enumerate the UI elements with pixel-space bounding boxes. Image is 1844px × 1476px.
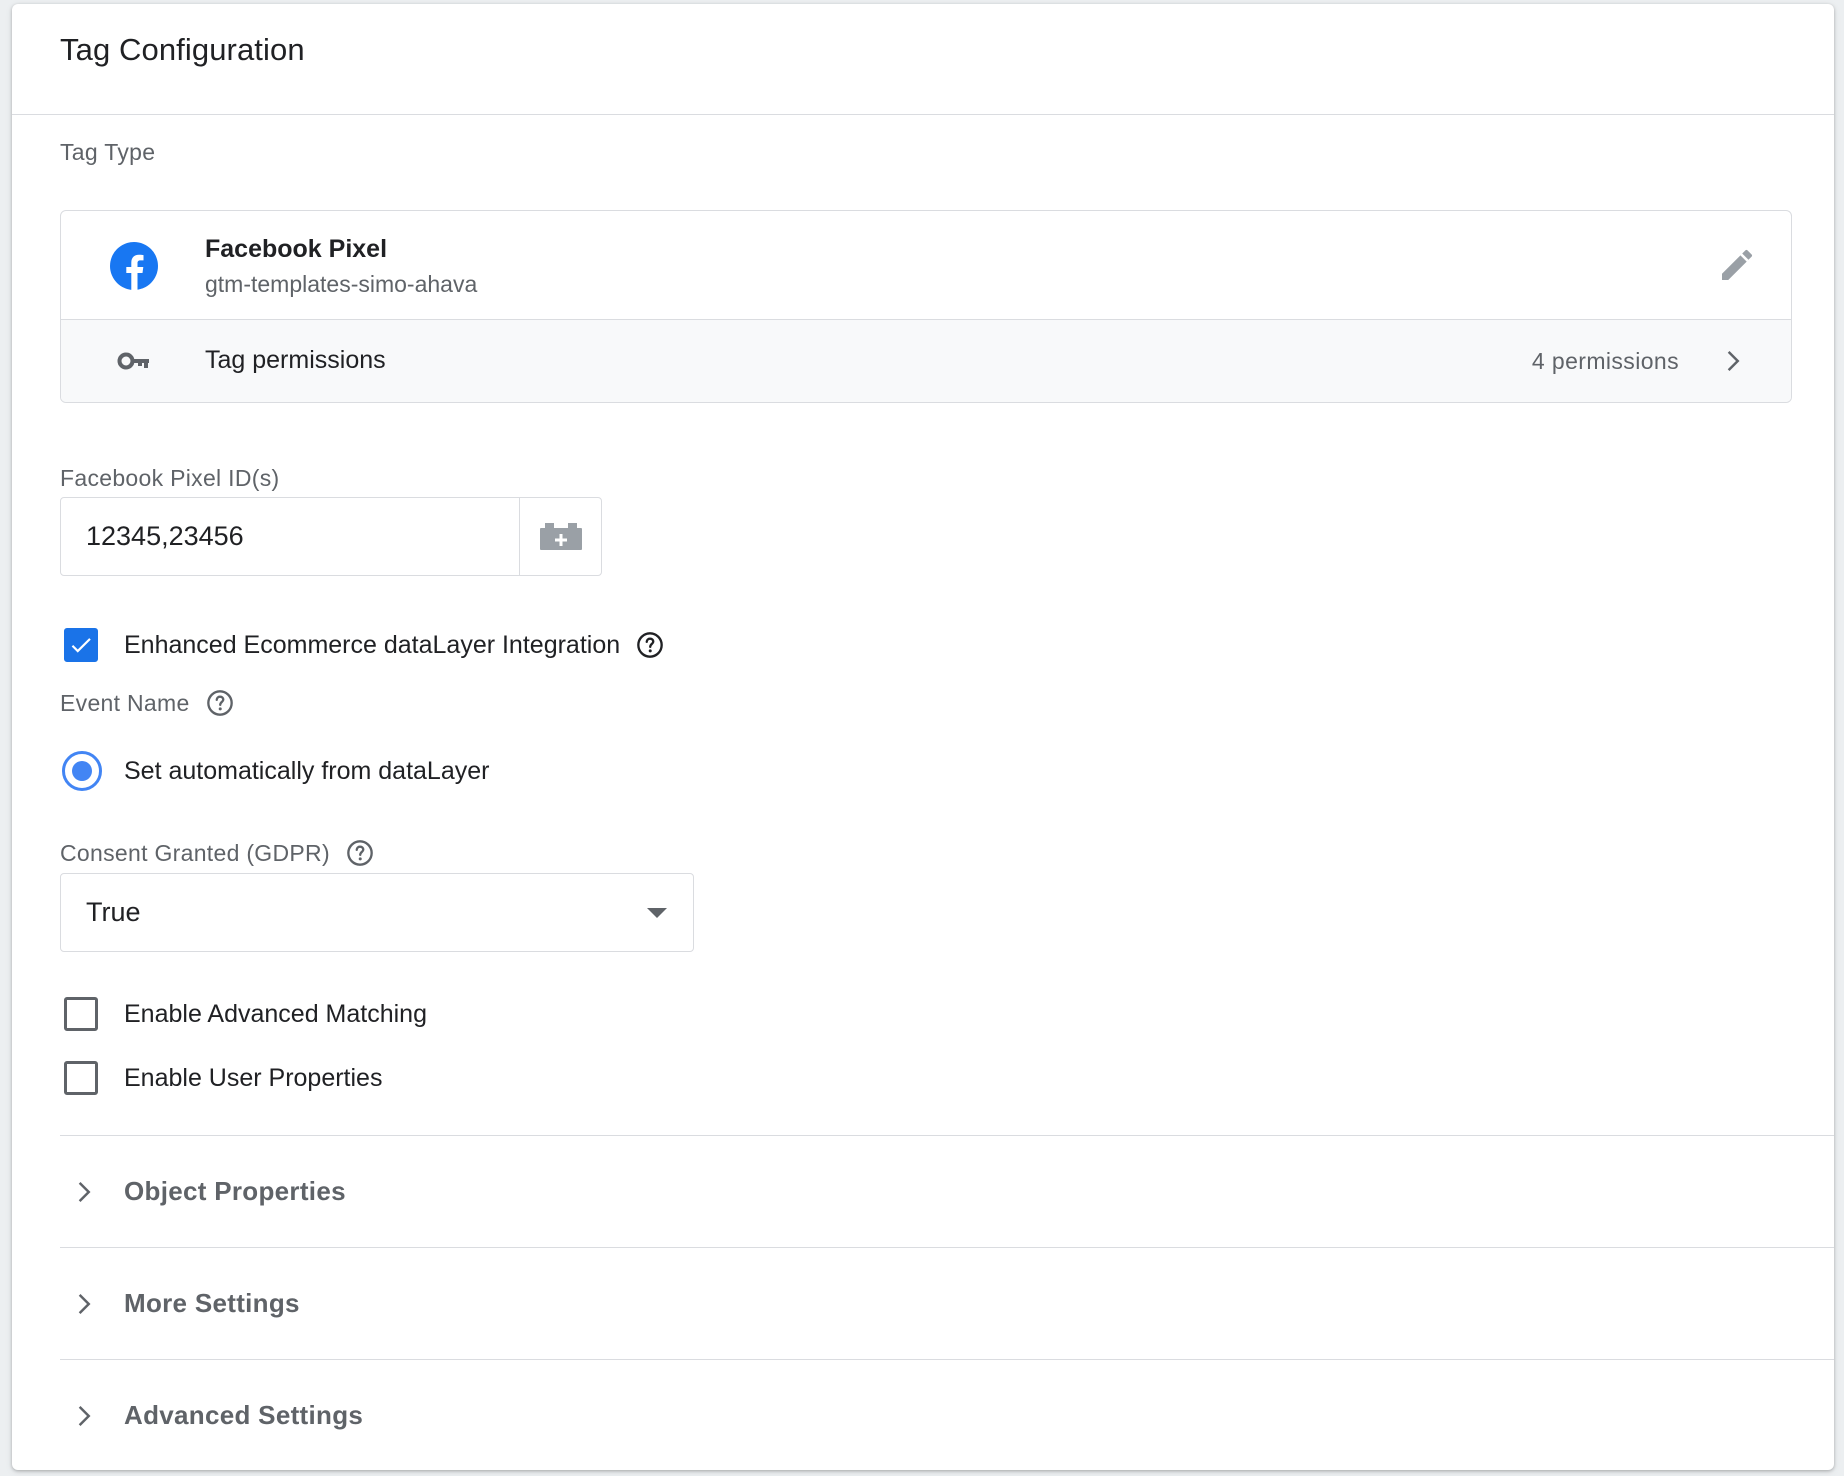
radio-selected-dot [72, 761, 92, 781]
pixel-id-input[interactable] [61, 498, 519, 575]
tag-type-selector[interactable]: Facebook Pixel gtm-templates-simo-ahava [61, 211, 1791, 320]
help-icon[interactable] [206, 689, 234, 717]
tag-type-box: Facebook Pixel gtm-templates-simo-ahava … [60, 210, 1792, 403]
section-label: Advanced Settings [124, 1400, 364, 1430]
consent-selected-value: True [86, 897, 141, 927]
chevron-right-icon [1727, 351, 1740, 371]
tag-permissions-row[interactable]: Tag permissions 4 permissions [61, 320, 1791, 402]
advanced-matching-label: Enable Advanced Matching [124, 999, 427, 1028]
tag-configuration-card: Tag Configuration Tag Type Facebook Pixe… [12, 4, 1834, 1470]
advanced-matching-row: Enable Advanced Matching [64, 997, 427, 1031]
tag-type-source: gtm-templates-simo-ahava [205, 271, 478, 297]
pixel-id-label: Facebook Pixel ID(s) [60, 465, 280, 491]
user-properties-label: Enable User Properties [124, 1063, 383, 1092]
consent-label-row: Consent Granted (GDPR) [60, 839, 374, 867]
user-properties-row: Enable User Properties [64, 1061, 382, 1095]
chevron-right-icon [78, 1293, 91, 1314]
section-label: More Settings [124, 1288, 300, 1318]
permissions-count: 4 permissions [1531, 348, 1679, 374]
section-advanced-settings[interactable]: Advanced Settings [60, 1359, 1834, 1470]
event-name-radio-row: Set automatically from dataLayer [62, 751, 489, 791]
user-properties-checkbox[interactable] [64, 1061, 98, 1095]
section-more-settings[interactable]: More Settings [60, 1247, 1834, 1359]
pixel-id-field [60, 497, 602, 576]
advanced-matching-checkbox[interactable] [64, 997, 98, 1031]
key-icon [117, 352, 149, 370]
section-object-properties[interactable]: Object Properties [60, 1135, 1834, 1247]
facebook-icon [110, 242, 158, 291]
event-name-label: Event Name [60, 689, 190, 716]
chevron-right-icon [78, 1405, 91, 1426]
chevron-right-icon [78, 1181, 91, 1202]
ecommerce-label: Enhanced Ecommerce dataLayer Integration [124, 630, 621, 659]
event-name-label-row: Event Name [60, 689, 234, 717]
tag-permissions-label: Tag permissions [205, 346, 386, 374]
section-label: Object Properties [124, 1176, 346, 1206]
event-name-option-label: Set automatically from dataLayer [124, 756, 490, 785]
ecommerce-row: Enhanced Ecommerce dataLayer Integration [64, 628, 664, 662]
consent-label: Consent Granted (GDPR) [60, 839, 330, 866]
card-header: Tag Configuration [12, 4, 1834, 115]
ecommerce-checkbox[interactable] [64, 628, 98, 662]
help-icon[interactable] [636, 631, 664, 659]
checkmark-icon [71, 638, 91, 653]
variable-picker-icon [539, 522, 582, 550]
variable-picker-button[interactable] [519, 498, 601, 575]
chevron-down-icon [647, 908, 667, 918]
pencil-icon[interactable] [1717, 245, 1757, 285]
consent-select[interactable]: True [60, 873, 694, 952]
tag-type-label: Tag Type [60, 139, 156, 165]
page-title: Tag Configuration [60, 32, 305, 67]
help-icon[interactable] [346, 839, 374, 867]
event-name-radio[interactable] [62, 751, 102, 791]
tag-type-name: Facebook Pixel [205, 235, 388, 263]
